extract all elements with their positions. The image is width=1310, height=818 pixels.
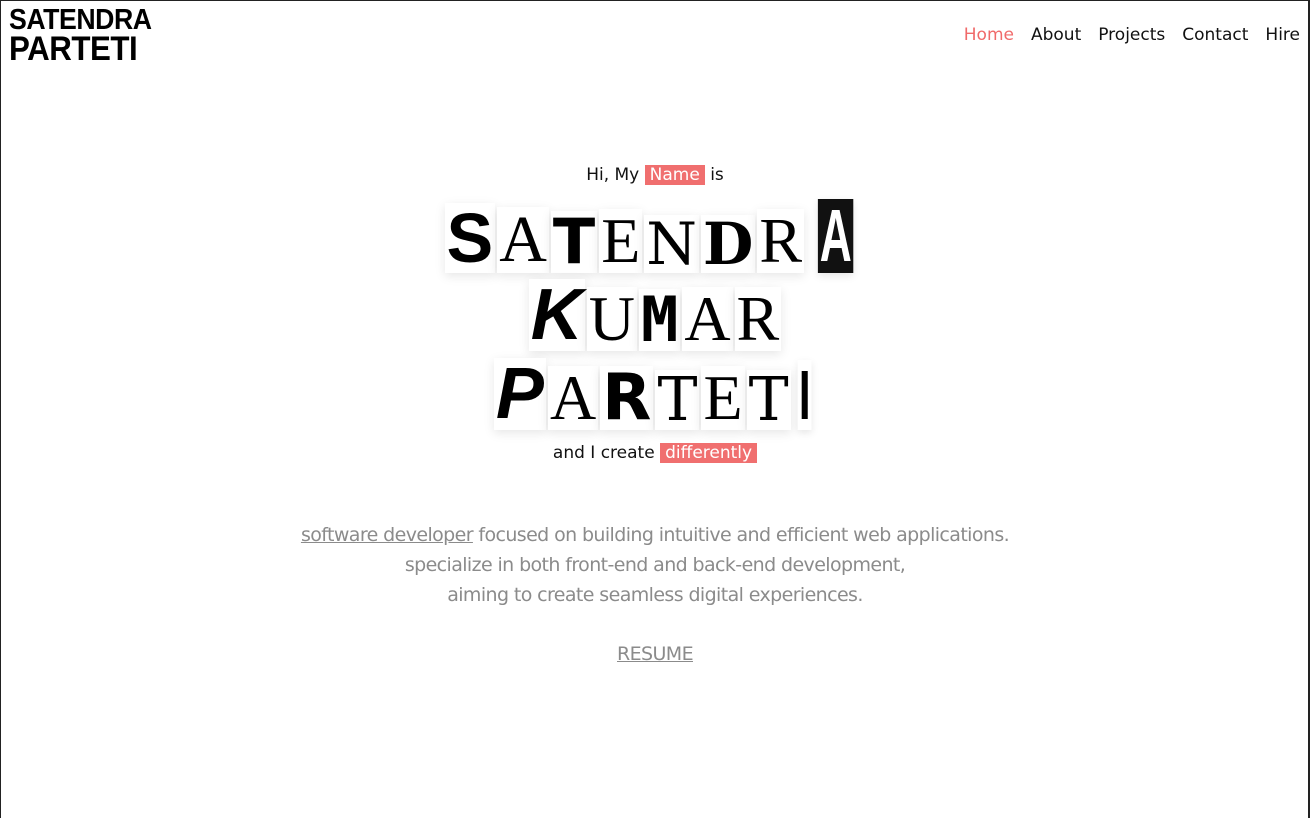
name-letter: U [586, 283, 637, 354]
intro-suffix: is [710, 165, 724, 185]
name-line-last: PAR TE T I [1, 358, 1309, 430]
nav-about[interactable]: About [1031, 25, 1081, 45]
name-letter: A [682, 283, 733, 354]
name-letter: D [701, 210, 756, 278]
create-highlight: differently [660, 443, 758, 463]
name-letter: E [599, 205, 643, 276]
name-letter: E [701, 362, 745, 433]
name-letter: I [797, 356, 812, 434]
description-line-1: software developer focused on building i… [1, 520, 1309, 550]
name-letter: P [493, 354, 546, 434]
nav-contact[interactable]: Contact [1182, 25, 1248, 45]
intro-prefix: Hi, My [586, 165, 640, 185]
name-letter: R [757, 205, 805, 276]
name-letter: A [497, 203, 549, 276]
create-prefix: and I create [552, 443, 655, 463]
main-nav: Home About Projects Contact Hire [947, 25, 1300, 45]
name-line-first: SATE N DR A [1, 199, 1309, 273]
description-line-1-rest: focused on building intuitive and effici… [478, 524, 1010, 546]
name-letter: S [444, 199, 496, 277]
name-letter: A [547, 362, 599, 433]
name-line-middle: KUMAR [1, 279, 1309, 351]
site-logo[interactable]: SATENDRA PARTETI [9, 6, 152, 68]
name-letter: K [528, 275, 585, 355]
name-letter: A [817, 194, 854, 277]
nav-home[interactable]: Home [964, 25, 1014, 45]
description-line-2: specialize in both front-end and back-en… [404, 554, 906, 576]
description-line-3: aiming to create seamless digital experi… [447, 584, 863, 606]
name-letter: N [644, 210, 700, 278]
name-letter: R [600, 361, 654, 435]
name-letter: T [746, 365, 791, 435]
name-letter: R [734, 283, 782, 354]
intro-highlight: Name [644, 165, 705, 185]
resume-link[interactable]: RESUME [1, 643, 1309, 665]
description: software developer focused on building i… [1, 520, 1309, 610]
name-letter: T [550, 205, 598, 278]
name-letter: M [638, 283, 681, 356]
logo-line-2: PARTETI [9, 30, 138, 68]
name-letter: T [655, 365, 700, 435]
intro-line: Hi, My Name is [1, 163, 1309, 187]
nav-projects[interactable]: Projects [1098, 25, 1165, 45]
create-line: and I create differently [1, 441, 1309, 465]
nav-hire[interactable]: Hire [1265, 25, 1300, 45]
software-developer-link[interactable]: software developer [301, 524, 474, 546]
